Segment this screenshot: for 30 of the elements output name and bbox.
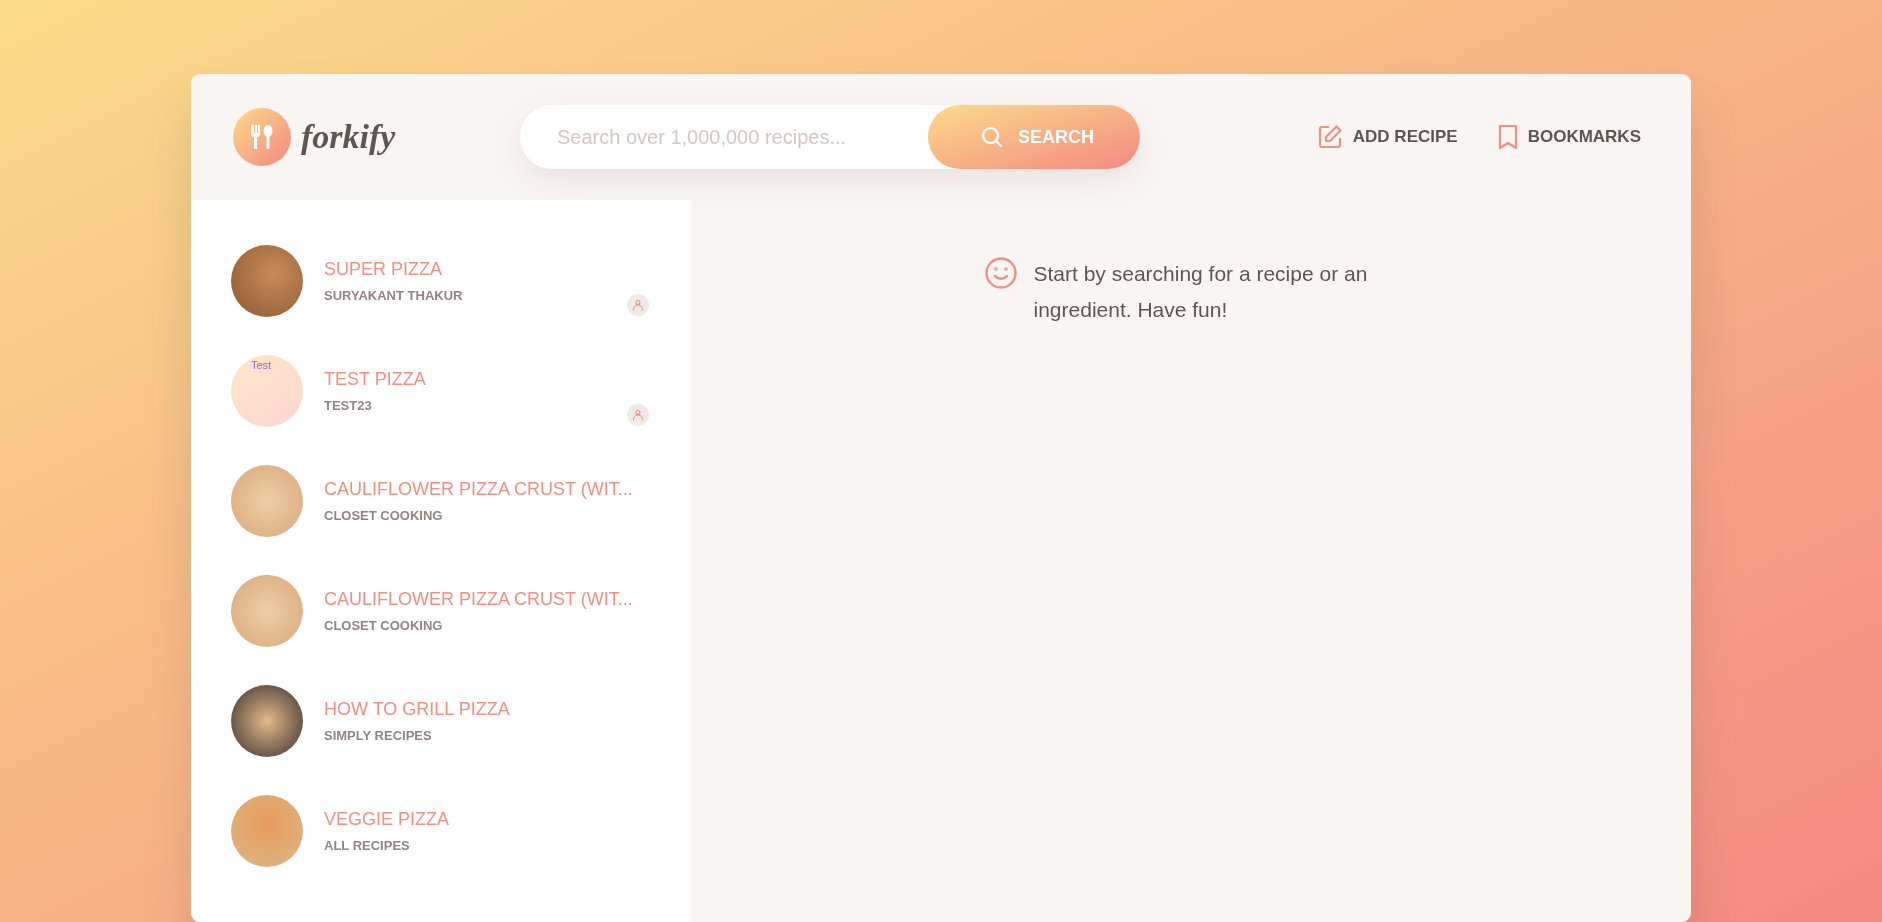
recipe-title: TEST PIZZA: [324, 369, 427, 390]
search-button[interactable]: SEARCH: [928, 105, 1140, 169]
logo-text: forkify: [301, 118, 396, 156]
recipe-publisher: SIMPLY RECIPES: [324, 728, 433, 743]
fork-spoon-logo-icon: [233, 108, 291, 166]
recipe-publisher: ALL RECIPES: [324, 838, 411, 853]
recipe-result-item[interactable]: SUPER PIZZA SURYAKANT THAKUR: [191, 226, 691, 336]
empty-state-message: Start by searching for a recipe or an ingredient. Have fun!: [1033, 261, 1369, 323]
recipe-result-item[interactable]: CAULIFLOWER PIZZA CRUST (WIT... CLOSET COOKING: [191, 556, 691, 666]
bookmarks-button[interactable]: BOOKMARKS: [1497, 124, 1641, 150]
add-recipe-button[interactable]: ADD RECIPE: [1316, 124, 1458, 150]
recipe-title: CAULIFLOWER PIZZA CRUST (WIT...: [324, 479, 634, 500]
edit-icon: [1316, 124, 1343, 150]
recipe-result-item[interactable]: HOW TO GRILL PIZZA SIMPLY RECIPES: [191, 666, 691, 776]
image-alt-text: Test: [251, 359, 272, 371]
recipe-title: SUPER PIZZA: [324, 259, 444, 280]
recipe-title: VEGGIE PIZZA: [324, 809, 451, 830]
recipe-publisher: TEST23: [324, 398, 373, 413]
search-icon: [980, 125, 1004, 149]
recipe-title: CAULIFLOWER PIZZA CRUST (WIT...: [324, 589, 634, 610]
bookmark-icon: [1497, 124, 1518, 150]
recipe-title: HOW TO GRILL PIZZA: [324, 699, 511, 720]
recipe-result-item[interactable]: Test TEST PIZZA TEST23: [191, 336, 691, 446]
recipe-publisher: CLOSET COOKING: [324, 508, 444, 523]
smiley-icon: [983, 256, 1018, 290]
recipe-publisher: SURYAKANT THAKUR: [324, 288, 464, 303]
recipe-result-item[interactable]: VEGGIE PIZZA ALL RECIPES: [191, 776, 691, 886]
search-field[interactable]: Search over 1,000,000 recipes...: [520, 125, 912, 149]
recipe-result-item[interactable]: CAULIFLOWER PIZZA CRUST (WIT... CLOSET COOKING: [191, 446, 691, 556]
recipe-publisher: CLOSET COOKING: [324, 618, 444, 633]
